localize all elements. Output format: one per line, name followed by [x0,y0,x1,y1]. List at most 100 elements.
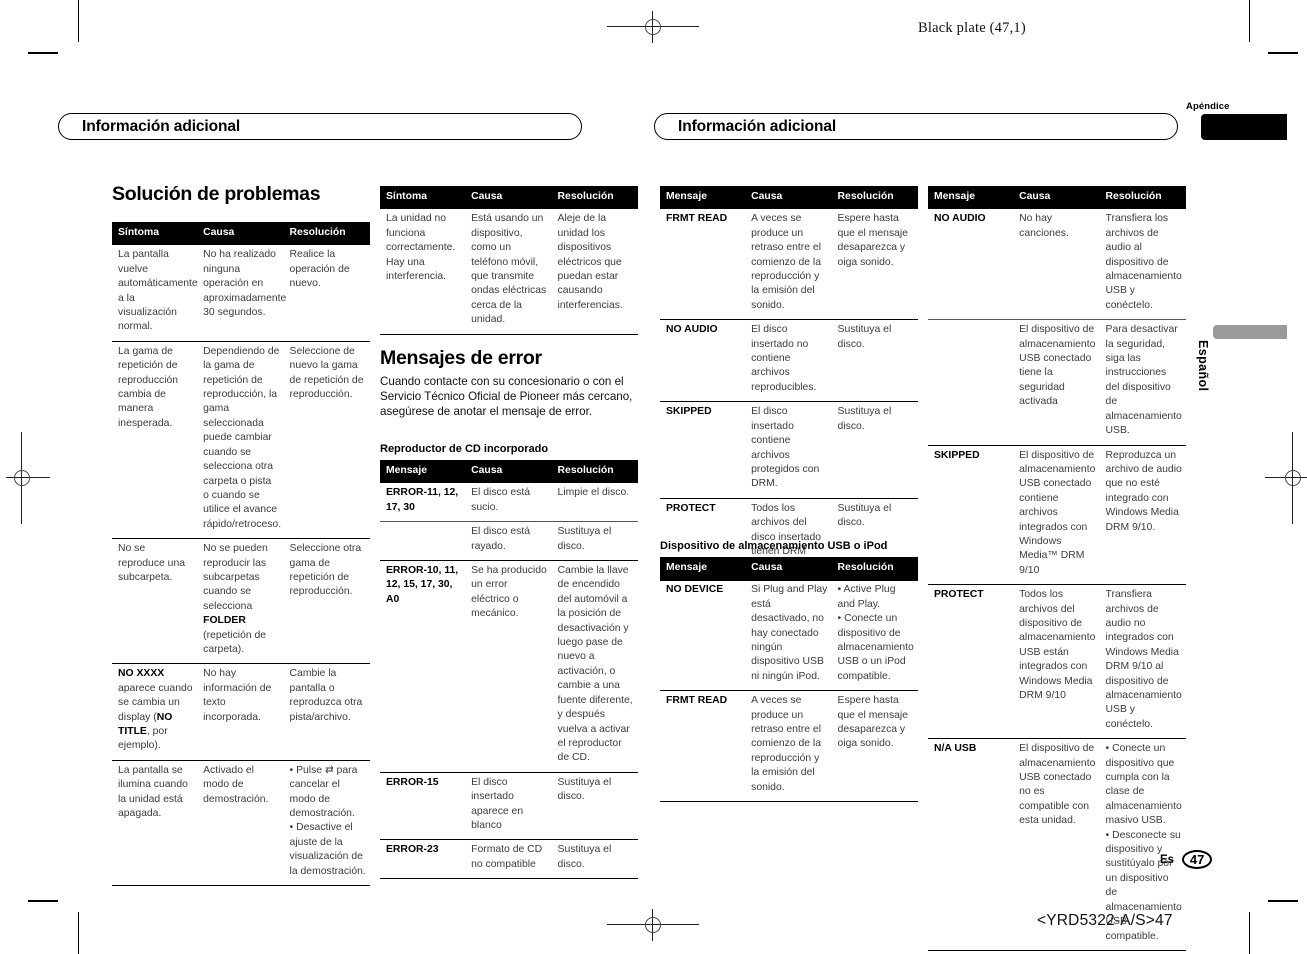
table-row: La pantalla vuelve automáticamente a la … [112,245,370,341]
cell-resolution: Realice la operación de nuevo. [289,249,350,290]
cell-cause: El disco está rayado. [465,521,552,561]
cell-message: ERROR-15 [380,771,466,840]
crop-mark-top-left-h [28,52,58,54]
language-thumb-tab [1213,325,1287,339]
table-row: NO AUDIO No hay canciones. Transfiera lo… [928,209,1186,319]
cell-resolution: Limpie el disco. [557,487,630,499]
usb-error-table: Mensaje Causa Resolución NO DEVICE Si Pl… [660,557,918,803]
col-header-resolution: Resolución [831,557,918,581]
usb-error-table-continued: Mensaje Causa Resolución NO AUDIO No hay… [928,186,1186,951]
col-header-cause: Causa [465,186,552,210]
table-row: PROTECT Todos los archivos del dispositi… [928,584,1186,739]
section-title-error-messages: Mensajes de error [380,347,542,369]
language-tab-label: Español [1196,340,1210,392]
cell-symptom: NO XXXX aparece cuando se cambia un disp… [112,663,198,761]
col-header-resolution: Resolución [283,222,370,246]
crop-mark-bottom-left-h [28,900,58,902]
cell-message: FRMT READ [660,690,746,803]
col-header-resolution: Resolución [831,186,918,210]
cell-resolution: • Pulse ⇄ para cancelar el modo de demos… [283,759,370,887]
cell-cause: Si Plug and Play está desactivado, no ha… [751,584,828,682]
cell-message: NO DEVICE [666,584,724,596]
cell-resolution: • Active Plug and Play. • Conecte un dis… [832,580,918,690]
cell-cause: A veces se produce un retraso entre el c… [751,213,822,311]
col-header-cause: Causa [745,557,832,581]
cell-resolution: Seleccione otra gama de repetición de re… [283,538,370,664]
cell-resolution: Transfiera los archivos de audio al disp… [1105,213,1182,311]
cell-cause: El dispositivo de almacenamiento USB con… [1013,738,1100,951]
troubleshooting-table-2: Síntoma Causa Resolución La unidad no fu… [380,186,638,335]
col-header-cause: Causa [197,222,284,246]
cell-resolution: Reproduzca un archivo de audio que no es… [1099,444,1186,585]
cell-message: ERROR-11, 12, 17, 30 [386,487,459,513]
bullet-item: • Pulse ⇄ para cancelar el modo de demos… [289,764,358,820]
cell-resolution: Para desactivar la seguridad, siga las i… [1099,319,1186,445]
language-code: Es [1160,853,1175,866]
table-row: NO XXXX aparece cuando se cambia un disp… [112,663,370,761]
cell-message: SKIPPED [660,401,746,499]
table-header-row: Mensaje Causa Resolución [660,557,918,581]
left-page: Información adicional Solución de proble… [58,0,648,954]
cell-message [928,319,1014,445]
cell-resolution: Sustituya el disco. [831,401,918,499]
cell-resolution: Aleje de la unidad los dispositivos eléc… [551,209,638,335]
table-header-row: Síntoma Causa Resolución [112,222,370,246]
cell-cause: Está usando un dispositivo, como un telé… [465,209,552,335]
table-row: ERROR-10, 11, 12, 15, 17, 30, A0 Se ha p… [380,560,638,773]
bullet-item: • Active Plug and Play. [837,584,896,610]
bullet-item: • Desactive el ajuste de la visualizació… [289,822,366,877]
subtitle-cd-player: Reproductor de CD incorporado [380,443,549,455]
bullet-item: • Conecte un dispositivo de almacenamien… [837,613,914,682]
cell-symptom: La unidad no funciona correctamente. Hay… [380,209,466,335]
cell-resolution: • Conecte un dispositivo que cumpla con … [1099,738,1186,951]
section-title-troubleshooting: Solución de problemas [112,183,321,205]
table-row: ERROR-15 El disco insertado aparece en b… [380,771,638,840]
appendix-thumb-tab [1201,114,1287,140]
cell-resolution: Espere hasta que el mensaje desaparezca … [831,690,918,803]
cell-resolution: Sustituya el disco. [551,521,638,561]
table-row: FRMT READ A veces se produce un retraso … [660,209,918,319]
col-header-message: Mensaje [380,460,466,484]
col-header-message: Mensaje [660,557,746,581]
cell-cause: No ha realizado ninguna operación en apr… [203,249,287,319]
cell-cause: Dependiendo de la gama de repetición de … [197,340,284,539]
table-row: El disco está rayado. Sustituya el disco… [380,521,638,561]
running-head-right: Información adicional [654,113,1178,140]
cell-message [380,521,466,561]
cell-cause: El dispositivo de almacenamiento USB con… [1013,444,1100,585]
cell-cause: El dispositivo de almacenamiento USB con… [1013,319,1100,445]
cell-symptom: La pantalla vuelve automáticamente a la … [118,249,198,333]
col-header-cause: Causa [745,186,832,210]
cell-symptom: No se reproduce una subcarpeta. [112,538,198,664]
table-header-row: Mensaje Causa Resolución [928,186,1186,210]
cell-resolution: Seleccione de nuevo la gama de repetició… [283,340,370,539]
cell-message: ERROR-10, 11, 12, 15, 17, 30, A0 [380,560,466,773]
cell-symptom: La pantalla se ilumina cuando la unidad … [112,759,198,887]
bullet-item: • Conecte un dispositivo que cumpla con … [1105,743,1182,827]
col-header-cause: Causa [465,460,552,484]
cell-cause: No hay canciones. [1019,213,1069,239]
cell-resolution: Sustituya el disco. [831,319,918,402]
cell-resolution: Sustituya el disco. [551,839,638,880]
col-header-resolution: Resolución [1099,186,1186,210]
cell-message: N/A USB [928,738,1014,951]
running-head-right-text: Información adicional [678,117,837,135]
table-row: SKIPPED El disco insertado contiene arch… [660,401,918,499]
cell-message: NO AUDIO [934,213,986,225]
cell-cause: El disco está sucio. [471,487,531,513]
registration-mark-right [1265,432,1307,524]
table-header-row: Mensaje Causa Resolución [380,460,638,484]
cell-cause: El disco insertado contiene archivos pro… [745,401,832,499]
troubleshooting-table-1: Síntoma Causa Resolución La pantalla vue… [112,222,370,887]
cell-cause: Todos los archivos del dispositivo de al… [1013,584,1100,739]
cell-message: SKIPPED [928,444,1014,585]
cell-cause: El disco insertado no contiene archivos … [745,319,832,402]
col-header-symptom: Síntoma [112,222,198,246]
bullet-item: • Desconecte su dispositivo y sustitúyal… [1105,829,1182,942]
table-row: SKIPPED El dispositivo de almacenamiento… [928,444,1186,585]
col-header-resolution: Resolución [551,460,638,484]
cell-resolution: Transfiera archivos de audio no integrad… [1099,584,1186,739]
crop-mark-bottom-right-h [1268,900,1298,902]
cell-resolution: Cambie la pantalla o reproduzca otra pis… [283,663,370,761]
col-header-message: Mensaje [928,186,1014,210]
